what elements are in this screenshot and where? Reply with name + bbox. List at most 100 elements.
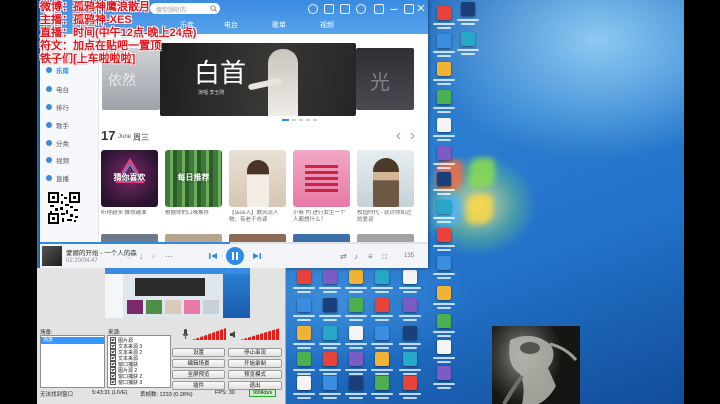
desktop-icon[interactable] <box>370 270 394 296</box>
card-playlist-girl[interactable] <box>229 150 286 207</box>
skin-icon[interactable] <box>340 4 350 14</box>
message-icon[interactable] <box>324 4 334 14</box>
user-icon[interactable] <box>308 4 318 14</box>
desktop-icon[interactable] <box>292 352 316 378</box>
card-guess-you-like[interactable]: 猜你喜欢 <box>101 150 158 207</box>
banner-dot[interactable] <box>299 119 303 121</box>
close-icon[interactable] <box>417 4 425 12</box>
edit-scene-button[interactable]: 编辑场景 <box>172 359 225 368</box>
card-daily-recommend[interactable]: 每日推荐 <box>165 150 222 207</box>
plugins-button[interactable]: 插件 <box>172 381 225 390</box>
card-playlist-man[interactable] <box>357 150 414 207</box>
desktop-icon[interactable] <box>318 270 342 296</box>
minimize-icon[interactable] <box>390 4 398 10</box>
next-page-icon[interactable] <box>408 132 416 140</box>
desktop-icon[interactable] <box>432 34 456 60</box>
desktop-icon[interactable] <box>432 228 456 254</box>
card-caption[interactable]: 小葵 内 进行女生一个人都想什么？ <box>293 210 350 224</box>
source-visibility-checkbox[interactable] <box>110 379 116 385</box>
tab-videos[interactable]: 视频 <box>320 20 334 30</box>
previous-track-icon[interactable] <box>208 251 218 261</box>
preview-mode-button[interactable]: 预览模式 <box>228 370 282 379</box>
desktop-icon[interactable] <box>344 298 368 324</box>
progress-track[interactable] <box>40 242 428 244</box>
settings-icon[interactable] <box>356 4 366 14</box>
tab-playlists[interactable]: 歌单 <box>272 20 286 30</box>
card-row2-item[interactable] <box>357 234 414 242</box>
start-recording-button[interactable]: 开始录制 <box>228 359 282 368</box>
sidebar-item-videos[interactable]: 视频 <box>46 154 69 166</box>
sidebar-item-charts[interactable]: 排行 <box>46 101 69 113</box>
desktop-icon[interactable] <box>456 32 480 58</box>
desktop-icon[interactable] <box>432 118 456 144</box>
obs-preview[interactable] <box>105 268 250 318</box>
desktop-icon[interactable] <box>370 298 394 324</box>
desktop-icon[interactable] <box>292 298 316 324</box>
source-list[interactable]: 图片源 文本来源 3 文本来源 2 文本来源 窗口捕获 图片源 2 窗口捕获 2… <box>107 335 171 388</box>
sidebar-item-live[interactable]: 直播 <box>46 172 69 184</box>
desktop-icon[interactable] <box>432 90 456 116</box>
desktop-icon[interactable] <box>318 298 342 324</box>
desktop-icon[interactable] <box>370 352 394 378</box>
stop-streaming-button[interactable]: 停止串流 <box>228 348 282 357</box>
desktop-icon[interactable] <box>432 172 456 198</box>
desktop-icon[interactable] <box>456 2 480 28</box>
microphone-icon[interactable] <box>182 329 189 339</box>
desktop-icon[interactable] <box>344 352 368 378</box>
fullscreen-preview-button[interactable]: 全屏预览 <box>172 370 225 379</box>
prev-page-icon[interactable] <box>395 132 403 140</box>
card-row2-item[interactable] <box>165 234 222 242</box>
banner-dot[interactable] <box>313 119 317 121</box>
desktop-icon[interactable] <box>344 376 368 402</box>
more-icon[interactable]: ⋯ <box>165 252 173 261</box>
desktop-icon[interactable] <box>432 286 456 312</box>
desktop-volume-meter[interactable] <box>240 328 280 340</box>
volume-icon[interactable]: ♪ <box>354 252 358 261</box>
next-track-icon[interactable] <box>252 251 262 261</box>
search-icon[interactable] <box>210 5 217 12</box>
quality-icon[interactable]: □ <box>382 252 387 261</box>
playmode-icon[interactable]: ⇄ <box>340 252 347 261</box>
card-row2-item[interactable] <box>293 234 350 242</box>
desktop-icon[interactable] <box>318 376 342 402</box>
card-caption[interactable]: 【店店入】数风流人物，有老千亦读 <box>229 210 286 224</box>
banner-dot[interactable] <box>306 119 310 121</box>
card-caption[interactable]: 根据你的口味推荐 <box>165 210 222 224</box>
album-art[interactable] <box>42 246 62 266</box>
desktop-icon[interactable] <box>344 270 368 296</box>
like-icon[interactable]: ♡ <box>126 252 133 261</box>
microphone-volume-meter[interactable] <box>192 328 226 340</box>
desktop-icon[interactable] <box>432 340 456 366</box>
lyrics-icon[interactable]: ≡ <box>368 252 373 261</box>
playlist-count[interactable]: 135 <box>404 253 414 259</box>
download-icon[interactable]: ↓ <box>139 252 143 261</box>
desktop-icon[interactable] <box>432 366 456 392</box>
card-playlist-red-text[interactable] <box>293 150 350 207</box>
scene-item-selected[interactable]: 场景 <box>41 337 104 344</box>
desktop-icon[interactable] <box>292 376 316 402</box>
desktop-icon[interactable] <box>432 314 456 340</box>
banner-dot[interactable] <box>282 119 289 121</box>
desktop-icon[interactable] <box>432 146 456 172</box>
sidebar-item-artists[interactable]: 歌手 <box>46 119 69 131</box>
card-caption[interactable]: 校园时代 - 就许你和过的爱词 <box>357 210 414 224</box>
desktop-icon[interactable] <box>292 326 316 352</box>
desktop-icon[interactable] <box>292 270 316 296</box>
speaker-icon[interactable] <box>229 330 238 339</box>
desktop-icon[interactable] <box>370 376 394 402</box>
maximize-icon[interactable] <box>404 4 414 14</box>
banner-right[interactable]: 光 <box>356 48 414 110</box>
desktop-icon[interactable] <box>398 298 422 324</box>
scene-list[interactable]: 场景 <box>40 335 105 388</box>
desktop-icon[interactable] <box>398 326 422 352</box>
desktop-image-window[interactable] <box>492 326 580 404</box>
desktop-icon[interactable] <box>318 326 342 352</box>
desktop-icon[interactable] <box>432 256 456 282</box>
play-pause-button[interactable] <box>226 247 244 265</box>
mini-mode-icon[interactable] <box>374 4 384 14</box>
source-item[interactable]: 窗口捕获 3 <box>110 379 142 386</box>
desktop-icon[interactable] <box>370 326 394 352</box>
sidebar-item-categories[interactable]: 分类 <box>46 137 69 149</box>
comment-icon[interactable]: ◦ <box>152 252 155 261</box>
tab-radio[interactable]: 电台 <box>224 20 238 30</box>
